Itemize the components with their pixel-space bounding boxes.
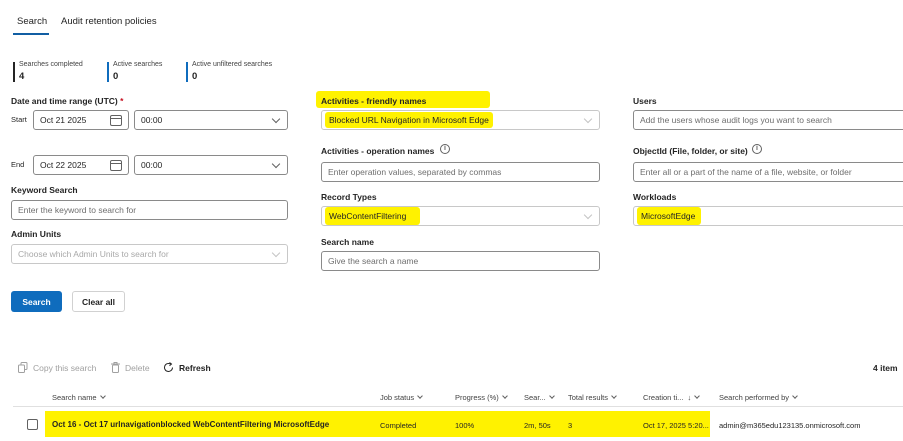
stat-value-active-searches: 0 bbox=[113, 71, 119, 82]
search-name-placeholder: Give the search a name bbox=[328, 256, 419, 266]
trash-icon bbox=[111, 362, 120, 373]
activities-operation-input[interactable]: Enter operation values, separated by com… bbox=[321, 162, 600, 182]
activities-operation-label: Activities - operation names bbox=[321, 146, 435, 156]
keyword-search-input[interactable]: Enter the keyword to search for bbox=[11, 200, 288, 220]
sort-descending-icon: ↓ bbox=[687, 393, 692, 402]
copy-icon bbox=[18, 362, 28, 373]
chevron-down-icon bbox=[611, 393, 617, 399]
row-checkbox[interactable] bbox=[27, 419, 38, 430]
admin-units-placeholder: Choose which Admin Units to search for bbox=[18, 249, 169, 259]
column-header-search-time[interactable]: Sear... bbox=[524, 393, 555, 402]
chevron-down-icon bbox=[271, 248, 281, 258]
admin-units-select[interactable]: Choose which Admin Units to search for bbox=[11, 244, 288, 264]
tab-audit-retention-policies[interactable]: Audit retention policies bbox=[61, 16, 157, 27]
row-progress: 100% bbox=[455, 421, 475, 430]
search-button[interactable]: Search bbox=[11, 291, 62, 312]
start-time-value: 00:00 bbox=[141, 115, 163, 125]
end-date-picker[interactable]: Oct 22 2025 bbox=[33, 155, 129, 175]
start-date-picker[interactable]: Oct 21 2025 bbox=[33, 110, 129, 130]
workloads-value: MicrosoftEdge bbox=[637, 207, 702, 225]
row-search-name[interactable]: Oct 16 - Oct 17 urlnavigationblocked Web… bbox=[52, 420, 329, 429]
chevron-down-icon bbox=[792, 393, 798, 399]
refresh-label: Refresh bbox=[179, 362, 211, 373]
start-time-select[interactable]: 00:00 bbox=[134, 110, 288, 130]
record-types-select[interactable]: WebContentFiltering bbox=[321, 206, 600, 226]
activities-friendly-value: Blocked URL Navigation in Microsoft Edge bbox=[325, 112, 493, 128]
stat-bar-searches-completed bbox=[13, 62, 15, 82]
chevron-down-icon bbox=[271, 159, 281, 169]
info-icon[interactable]: i bbox=[440, 144, 450, 154]
chevron-down-icon bbox=[501, 393, 508, 399]
refresh-button[interactable]: Refresh bbox=[163, 362, 211, 373]
column-header-creation-time[interactable]: Creation ti... ↓ bbox=[643, 393, 701, 402]
start-label: Start bbox=[11, 115, 27, 124]
required-mark: * bbox=[120, 96, 124, 106]
objectid-label: ObjectId (File, folder, or site) bbox=[633, 146, 748, 156]
delete-button[interactable]: Delete bbox=[111, 362, 150, 373]
tab-search[interactable]: Search bbox=[17, 16, 47, 27]
stat-value-searches-completed: 4 bbox=[19, 71, 25, 82]
clear-all-button[interactable]: Clear all bbox=[72, 291, 125, 312]
stat-label-searches-completed: Searches completed bbox=[19, 61, 83, 68]
activities-operation-placeholder: Enter operation values, separated by com… bbox=[328, 167, 502, 177]
chevron-down-icon bbox=[417, 393, 424, 399]
end-time-select[interactable]: 00:00 bbox=[134, 155, 288, 175]
users-label: Users bbox=[633, 96, 657, 106]
users-placeholder: Add the users whose audit logs you want … bbox=[640, 115, 832, 125]
column-header-performed-by[interactable]: Search performed by bbox=[719, 393, 798, 402]
stat-label-active-searches: Active searches bbox=[113, 61, 163, 68]
keyword-search-placeholder: Enter the keyword to search for bbox=[18, 205, 137, 215]
calendar-icon[interactable] bbox=[110, 160, 122, 171]
active-tab-indicator bbox=[13, 33, 49, 35]
calendar-icon[interactable] bbox=[110, 115, 122, 126]
chevron-down-icon bbox=[583, 114, 593, 124]
workloads-label: Workloads bbox=[633, 192, 677, 202]
end-date-value: Oct 22 2025 bbox=[40, 160, 87, 170]
stat-bar-active-searches bbox=[107, 62, 109, 82]
stat-bar-active-unfiltered-searches bbox=[186, 62, 188, 82]
users-input[interactable]: Add the users whose audit logs you want … bbox=[633, 110, 903, 130]
chevron-down-icon bbox=[548, 393, 555, 399]
column-header-search-name[interactable]: Search name bbox=[52, 393, 106, 402]
chevron-down-icon bbox=[694, 393, 701, 399]
objectid-input[interactable]: Enter all or a part of the name of a fil… bbox=[633, 162, 903, 182]
record-types-value: WebContentFiltering bbox=[325, 207, 421, 225]
chevron-down-icon bbox=[271, 114, 281, 124]
column-header-job-status[interactable]: Job status bbox=[380, 393, 424, 402]
copy-search-button[interactable]: Copy this search bbox=[18, 362, 96, 373]
stat-label-active-unfiltered-searches: Active unfiltered searches bbox=[192, 61, 273, 68]
header-divider bbox=[13, 406, 903, 407]
objectid-placeholder: Enter all or a part of the name of a fil… bbox=[640, 167, 852, 177]
date-range-label: Date and time range (UTC) * bbox=[11, 96, 124, 106]
row-search-time: 2m, 50s bbox=[524, 421, 551, 430]
chevron-down-icon bbox=[99, 393, 106, 399]
copy-search-label: Copy this search bbox=[33, 362, 97, 373]
end-time-value: 00:00 bbox=[141, 160, 163, 170]
column-header-progress[interactable]: Progress (%) bbox=[455, 393, 508, 402]
search-name-label: Search name bbox=[321, 237, 374, 247]
chevron-down-icon bbox=[583, 210, 593, 220]
item-count: 4 item bbox=[873, 363, 898, 373]
start-date-value: Oct 21 2025 bbox=[40, 115, 87, 125]
admin-units-label: Admin Units bbox=[11, 229, 62, 239]
search-name-input[interactable]: Give the search a name bbox=[321, 251, 600, 271]
row-job-status: Completed bbox=[380, 421, 417, 430]
stat-value-active-unfiltered-searches: 0 bbox=[192, 71, 198, 82]
record-types-label: Record Types bbox=[321, 192, 377, 202]
keyword-search-label: Keyword Search bbox=[11, 185, 78, 195]
activities-friendly-label: Activities - friendly names bbox=[321, 96, 427, 106]
row-creation-time: Oct 17, 2025 5:20... bbox=[643, 421, 709, 430]
end-label: End bbox=[11, 160, 25, 169]
row-total-results: 3 bbox=[568, 421, 573, 430]
refresh-icon bbox=[164, 362, 173, 372]
info-icon[interactable]: i bbox=[752, 144, 762, 154]
row-performed-by: admin@m365edu123135.onmicrosoft.com bbox=[719, 421, 861, 430]
column-header-total-results[interactable]: Total results bbox=[568, 393, 617, 402]
workloads-select[interactable]: MicrosoftEdge bbox=[633, 206, 903, 226]
activities-friendly-select[interactable]: Blocked URL Navigation in Microsoft Edge bbox=[321, 110, 600, 130]
delete-label: Delete bbox=[125, 362, 150, 373]
